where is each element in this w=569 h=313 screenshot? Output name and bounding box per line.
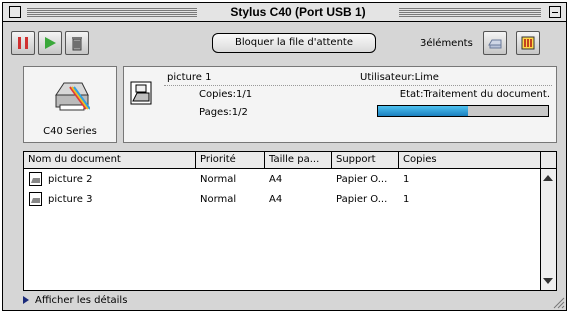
table-header: Nom du document Priorité Taille pa... Su… bbox=[24, 152, 542, 169]
close-box[interactable] bbox=[9, 6, 21, 18]
job-divider bbox=[164, 85, 552, 86]
current-job-pages: Pages:1/2 bbox=[199, 107, 248, 118]
current-job-panel: picture 1 Copies:1/1 Pages:1/2 Utilisate… bbox=[123, 66, 557, 143]
queue-rows: picture 2 Normal A4 Papier O... 1 pictur… bbox=[24, 169, 542, 209]
row-size: A4 bbox=[269, 194, 283, 205]
column-header-size[interactable]: Taille pa... bbox=[265, 152, 332, 169]
document-print-icon bbox=[130, 81, 152, 105]
collapse-box[interactable] bbox=[549, 6, 561, 18]
title-stripes-left bbox=[27, 7, 197, 18]
printer-series-label: C40 Series bbox=[43, 126, 97, 137]
printer-device-icon bbox=[55, 82, 90, 111]
show-details-label: Afficher les détails bbox=[35, 295, 128, 306]
table-header-corner bbox=[540, 152, 556, 169]
row-size: A4 bbox=[269, 174, 283, 185]
delete-button[interactable] bbox=[65, 31, 89, 55]
column-header-media[interactable]: Support bbox=[332, 152, 399, 169]
row-copies: 1 bbox=[403, 194, 410, 205]
resize-grip-icon[interactable] bbox=[551, 295, 565, 309]
row-priority: Normal bbox=[200, 194, 237, 205]
scroll-down-arrow-icon[interactable] bbox=[543, 278, 553, 284]
print-queue-window: Stylus C40 (Port USB 1) Bloquer la file … bbox=[2, 2, 567, 311]
document-icon bbox=[29, 172, 42, 186]
job-progress-bar bbox=[377, 105, 549, 117]
table-row[interactable]: picture 2 Normal A4 Papier O... 1 bbox=[24, 169, 542, 189]
print-button[interactable] bbox=[483, 31, 507, 55]
current-job-name: picture 1 bbox=[167, 72, 212, 83]
info-button[interactable] bbox=[516, 31, 540, 55]
column-header-copies[interactable]: Copies bbox=[399, 152, 542, 169]
row-priority: Normal bbox=[200, 174, 237, 185]
disclosure-triangle-icon[interactable] bbox=[23, 296, 29, 304]
window-title: Stylus C40 (Port USB 1) bbox=[203, 4, 393, 21]
play-icon bbox=[45, 37, 56, 49]
row-name: picture 2 bbox=[48, 174, 93, 185]
pause-button[interactable] bbox=[11, 31, 35, 55]
job-progress-fill bbox=[378, 106, 469, 116]
row-media: Papier O... bbox=[336, 194, 388, 205]
trash-icon bbox=[72, 37, 82, 51]
current-job-user: Utilisateur:Lime bbox=[360, 72, 439, 83]
current-job-state: Etat:Traitement du document. bbox=[399, 89, 550, 100]
resume-button[interactable] bbox=[38, 31, 62, 55]
printer-info-box: C40 Series bbox=[23, 66, 117, 143]
elements-count: 3éléments bbox=[420, 38, 473, 49]
row-media: Papier O... bbox=[336, 174, 388, 185]
hold-queue-button[interactable]: Bloquer la file d'attente bbox=[212, 33, 376, 53]
info-icon bbox=[521, 36, 535, 50]
row-name: picture 3 bbox=[48, 194, 93, 205]
printer-icon bbox=[488, 39, 502, 49]
pause-icon bbox=[18, 37, 28, 49]
show-details-toggle[interactable]: Afficher les détails bbox=[23, 295, 127, 306]
table-row[interactable]: picture 3 Normal A4 Papier O... 1 bbox=[24, 189, 542, 209]
column-header-name[interactable]: Nom du document bbox=[24, 152, 196, 169]
title-stripes-right bbox=[399, 7, 541, 18]
scroll-up-arrow-icon[interactable] bbox=[543, 175, 553, 181]
row-copies: 1 bbox=[403, 174, 410, 185]
column-header-priority[interactable]: Priorité bbox=[196, 152, 265, 169]
vertical-scrollbar[interactable] bbox=[540, 169, 556, 290]
current-job-copies: Copies:1/1 bbox=[199, 89, 253, 100]
title-bar[interactable]: Stylus C40 (Port USB 1) bbox=[3, 3, 566, 22]
queue-table: Nom du document Priorité Taille pa... Su… bbox=[23, 151, 557, 291]
document-icon bbox=[29, 192, 42, 206]
